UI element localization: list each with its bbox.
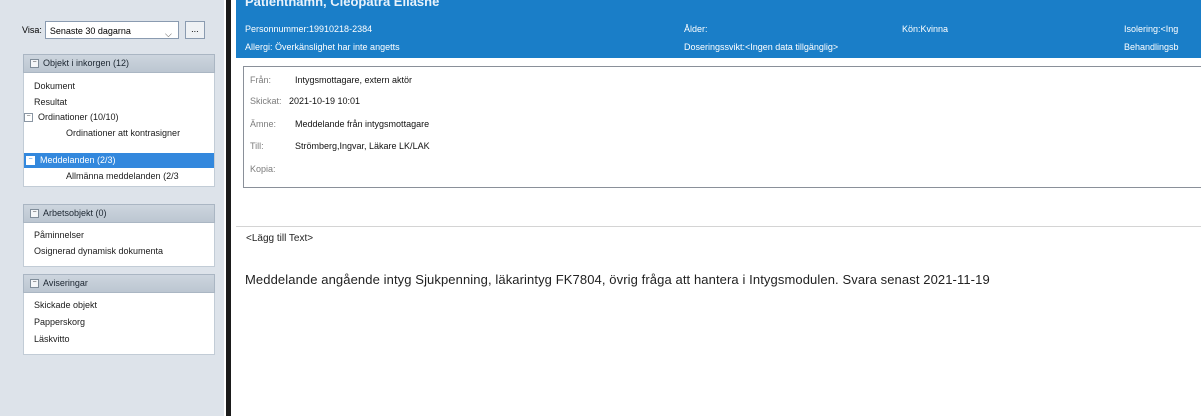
patient-behandlingsbegransning[interactable]: Behandlingsb [1124,42,1179,52]
sidebar-item-label: Resultat [34,97,68,107]
sidebar-item-label: Ordinationer (10/10) [38,112,119,122]
selected-row-highlight[interactable]: − Meddelanden (2/3) [24,153,214,168]
section-header-arbetsobjekt[interactable]: − Arbetsobjekt (0) [23,204,215,223]
patient-kon: Kön:Kvinna [902,24,949,34]
add-text-link[interactable]: <Lägg till Text> [246,233,313,244]
sidebar-item-osignerad[interactable]: Osignerad dynamisk dokumenta [34,245,163,258]
patient-name: Patientnamn, Cleopatra Eliasne [245,0,440,9]
sidebar-item-ordinationer-att-kontrasignera[interactable]: Ordinationer att kontrasigner [66,127,180,140]
collapse-icon[interactable]: − [30,59,39,69]
sidebar-item-label: Papperskorg [34,317,86,327]
sidebar-item-meddelanden[interactable]: − Meddelanden (2/3) [26,154,116,167]
collapse-icon[interactable]: − [30,209,39,219]
sidebar-item-resultat[interactable]: Resultat [34,96,67,109]
message-header-box: Från: Intygsmottagare, extern aktör Skic… [243,66,1201,188]
till-label: Till: [250,141,264,151]
visa-period-select[interactable]: Senaste 30 dagarna ⌵ [44,21,179,39]
section-header-aviseringar[interactable]: − Aviseringar [23,274,215,293]
sidebar-item-label: Osignerad dynamisk dokumenta [34,246,164,256]
visa-period-value: Senaste 30 dagarna [49,26,131,36]
collapse-icon[interactable]: − [30,279,39,289]
section-header-arbetsobjekt-label: Arbetsobjekt (0) [43,208,107,218]
till-value: Strömberg,Ingvar, Läkare LK/LAK [295,141,430,151]
left-navigation-pane: Visa: Senaste 30 dagarna ⌵ ... − Objekt i… [0,0,224,416]
amne-label: Ämne: [250,119,277,129]
sidebar-item-label: Meddelanden (2/3) [40,155,116,165]
collapse-icon[interactable]: − [24,113,33,123]
collapse-icon[interactable]: − [26,156,35,166]
kopia-label: Kopia: [250,164,276,174]
visa-label: Visa: [22,25,42,35]
sidebar-item-label: Allmänna meddelanden (2/3 [66,171,179,181]
fran-label: Från: [250,75,272,85]
section-header-aviseringar-label: Aviseringar [43,278,88,288]
section-header-inbox-label: Objekt i inkorgen (12) [43,58,130,68]
skickat-value: 2021-10-19 10:01 [289,96,361,106]
patient-personnummer: Personnummer:19910218-2384 [245,24,373,34]
sidebar-item-label: Påminnelser [34,230,85,240]
sidebar-item-dokument[interactable]: Dokument [34,80,75,93]
sidebar-item-label: Läskvitto [34,334,70,344]
patient-alder: Ålder: [684,24,708,34]
visa-options-button[interactable]: ... [184,21,205,39]
section-header-inbox[interactable]: − Objekt i inkorgen (12) [23,54,215,73]
sidebar-item-skickade-objekt[interactable]: Skickade objekt [34,299,97,312]
amne-value: Meddelande från intygsmottagare [295,119,430,129]
sidebar-item-label: Ordinationer att kontrasigner [66,128,181,138]
visa-filter-row: Visa: Senaste 30 dagarna ⌵ ... [22,19,205,41]
patient-doseringssvikt[interactable]: Doseringssvikt:<Ingen data tillgänglig> [684,42,838,52]
sidebar-item-label: Dokument [34,81,76,91]
pane-splitter[interactable] [226,0,231,416]
sidebar-item-laskvitto[interactable]: Läskvitto [34,333,70,346]
skickat-label: Skickat: [250,96,282,106]
message-text: Meddelande angående intyg Sjukpenning, l… [245,272,990,287]
sidebar-item-papperskorg[interactable]: Papperskorg [34,316,85,329]
message-body[interactable]: <Lägg till Text> Meddelande angående int… [236,226,1201,417]
sidebar-item-paminnelser[interactable]: Påminnelser [34,229,84,242]
patient-allergi[interactable]: Allergi: Överkänslighet har inte angetts [245,42,400,52]
sidebar-item-allmanna-meddelanden[interactable]: Allmänna meddelanden (2/3 [66,170,179,183]
chevron-down-icon: ⌵ [165,29,172,39]
patient-banner: Patientnamn, Cleopatra Eliasne Personnum… [236,0,1201,58]
patient-isolering: Isolering:<Ing [1124,24,1179,34]
fran-value: Intygsmottagare, extern aktör [295,75,413,85]
sidebar-item-label: Skickade objekt [34,300,98,310]
sidebar-item-ordinationer[interactable]: − Ordinationer (10/10) [24,111,119,124]
